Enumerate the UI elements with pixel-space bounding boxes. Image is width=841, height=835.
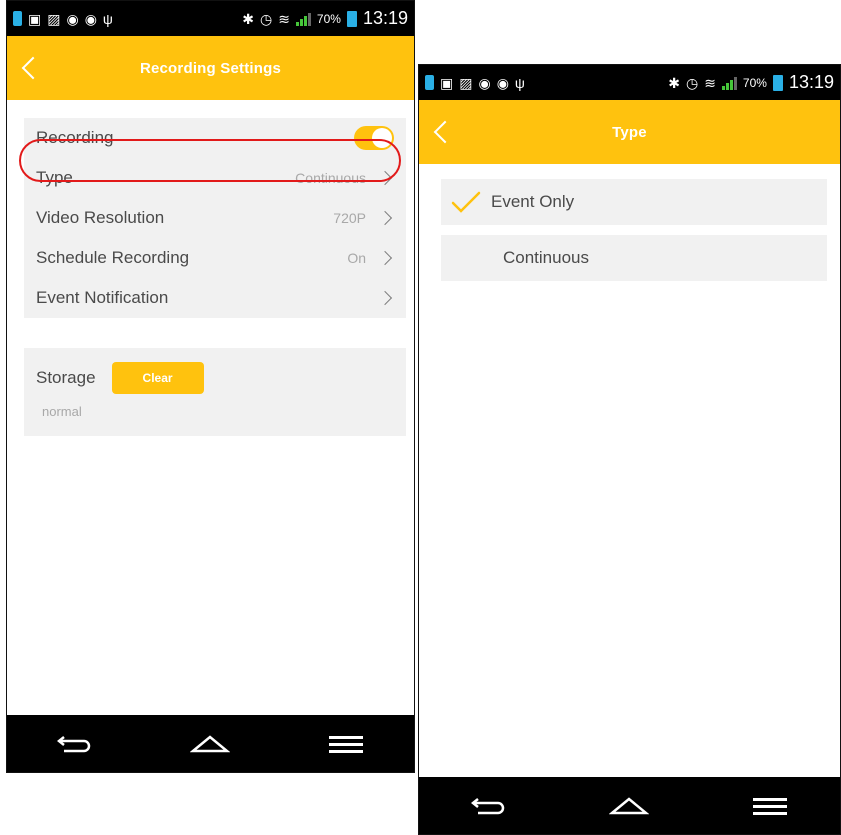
chevron-right-icon [377,290,393,306]
alarm-icon: ◷ [259,10,273,27]
row-value: On [347,250,366,266]
row-label: Event Notification [36,288,169,307]
row-label: Recording [36,128,114,147]
option-event-only[interactable]: Event Only [441,179,827,225]
navigation-bar [419,777,840,834]
row-label: Type [36,168,73,187]
navigation-bar [7,715,414,772]
row-schedule-recording[interactable]: Schedule Recording On [24,238,406,278]
page-title: Type [612,123,647,141]
shield-icon: ◉ [84,10,97,27]
bluetooth-icon: ✱ [668,74,680,91]
row-recording: Recording [24,118,406,158]
clock: 13:19 [788,72,834,92]
alarm-icon: ◷ [685,74,699,91]
storage-card: Storage Clear normal [24,348,406,436]
usb-icon: ψ [102,10,113,27]
signal-icon [295,12,311,26]
battery-charging-icon [13,11,22,26]
option-label: Event Only [491,192,575,211]
app-header: Recording Settings [7,36,414,100]
checkmark-icon [441,190,491,214]
battery-percent: 70% [742,75,767,90]
row-label: Schedule Recording [36,248,190,267]
status-bar: ▣ ▨ ◉ ◉ ψ ✱ ◷ ≋ 70% 13:19 [7,1,414,36]
back-icon[interactable] [21,56,45,80]
shield-icon: ◉ [496,74,509,91]
back-nav-icon[interactable] [45,724,105,764]
back-icon[interactable] [433,120,457,144]
clock: 13:19 [362,8,408,28]
wifi-icon: ≋ [278,10,290,27]
option-continuous[interactable]: Continuous [441,235,827,281]
home-icon[interactable] [180,724,240,764]
wifi-icon: ≋ [704,74,716,91]
storage-status: normal [42,404,82,419]
battery-icon [772,74,783,91]
menu-icon[interactable] [740,786,800,826]
shield-icon: ◉ [478,74,491,91]
battery-icon [346,10,357,27]
chevron-right-icon [377,170,393,186]
recording-settings-screen: ▣ ▨ ◉ ◉ ψ ✱ ◷ ≋ 70% 13:19 Recording Sett… [6,0,415,773]
usb-icon: ψ [514,74,525,91]
status-bar: ▣ ▨ ◉ ◉ ψ ✱ ◷ ≋ 70% 13:19 [419,65,840,100]
row-label: Video Resolution [36,208,165,227]
chevron-right-icon [377,210,393,226]
row-value: 720P [333,210,366,226]
photo-icon: ▨ [47,10,61,27]
shield-icon: ◉ [66,10,79,27]
app-header: Type [419,100,840,164]
row-value: Continuous [295,170,366,186]
back-nav-icon[interactable] [459,786,519,826]
battery-charging-icon [425,75,434,90]
type-screen: ▣ ▨ ◉ ◉ ψ ✱ ◷ ≋ 70% 13:19 Type Event Onl… [418,64,841,835]
chevron-right-icon [377,250,393,266]
battery-percent: 70% [316,11,341,26]
signal-icon [721,76,737,90]
clear-button[interactable]: Clear [111,362,204,394]
settings-list: Recording Type Continuous Video Resoluti… [24,118,406,318]
row-type[interactable]: Type Continuous [24,158,406,198]
home-icon[interactable] [599,786,659,826]
option-label: Continuous [503,248,590,267]
image-icon: ▣ [440,74,454,91]
image-icon: ▣ [28,10,42,27]
row-event-notification[interactable]: Event Notification [24,278,406,318]
menu-icon[interactable] [316,724,376,764]
storage-label: Storage [36,368,96,387]
row-video-resolution[interactable]: Video Resolution 720P [24,198,406,238]
page-title: Recording Settings [139,59,282,77]
bluetooth-icon: ✱ [242,10,254,27]
recording-toggle[interactable] [354,126,394,150]
photo-icon: ▨ [459,74,473,91]
